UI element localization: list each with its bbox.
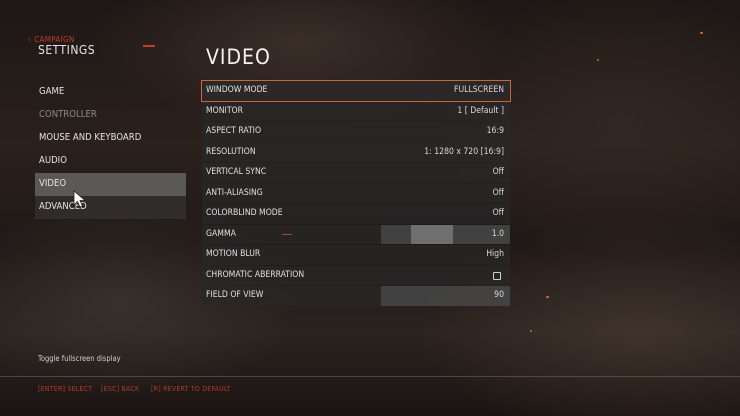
ember-particle — [530, 330, 532, 332]
chromatic-aberration-checkbox[interactable] — [493, 271, 501, 280]
footer-back-hint[interactable]: [ESC] BACK — [101, 385, 139, 393]
mouse-cursor-icon — [73, 190, 87, 208]
setting-row-vertical-sync[interactable]: VERTICAL SYNC Off — [202, 163, 510, 183]
nav-item-game[interactable]: GAME — [35, 81, 186, 104]
setting-row-window-mode[interactable]: WINDOW MODE FULLSCREEN — [201, 80, 511, 102]
gamma-value: 1.0 — [491, 228, 504, 239]
setting-row-anti-aliasing[interactable]: ANTI-ALIASING Off — [202, 183, 510, 204]
setting-row-resolution[interactable]: RESOLUTION 1: 1280 x 720 [16:9] — [202, 142, 510, 163]
page-title: VIDEO — [206, 45, 271, 69]
footer-select-hint[interactable]: [ENTER] SELECT — [38, 385, 92, 393]
setting-label: ASPECT RATIO — [206, 126, 262, 136]
setting-label: FIELD OF VIEW — [206, 290, 264, 300]
gamma-slider-handle[interactable] — [411, 224, 454, 244]
setting-label: MOTION BLUR — [206, 249, 261, 259]
setting-label: COLORBLIND MODE — [206, 208, 283, 218]
heading-accent-dash — [143, 45, 155, 47]
ember-particle — [597, 59, 599, 61]
setting-row-colorblind-mode[interactable]: COLORBLIND MODE Off — [202, 204, 510, 224]
footer-divider — [0, 376, 740, 377]
setting-row-field-of-view[interactable]: FIELD OF VIEW 90 — [202, 286, 510, 306]
back-arrow-icon: ‹ — [28, 35, 32, 44]
setting-label: MONITOR — [206, 105, 243, 116]
setting-description: Toggle fullscreen display — [38, 354, 121, 363]
footer-revert-hint[interactable]: [R] REVERT TO DEFAULT — [151, 385, 231, 393]
settings-heading: SETTINGS — [38, 43, 96, 57]
setting-row-motion-blur[interactable]: MOTION BLUR High — [202, 245, 510, 265]
setting-row-gamma[interactable]: GAMMA 1.0 — [202, 224, 510, 244]
nav-item-audio[interactable]: AUDIO — [35, 150, 186, 173]
nav-item-video[interactable]: VIDEO — [35, 173, 186, 196]
aspect-ratio-value[interactable]: 16:9 — [487, 122, 504, 142]
colorblind-mode-value[interactable]: Off — [493, 204, 504, 224]
nav-item-controller: CONTROLLER — [39, 109, 97, 120]
ember-particle — [700, 32, 703, 34]
setting-label: GAMMA — [206, 228, 236, 239]
nav-item-advanced[interactable]: ADVANCED — [35, 196, 186, 219]
setting-label: RESOLUTION — [206, 146, 256, 157]
setting-label: WINDOW MODE — [206, 85, 268, 95]
ember-particle — [546, 296, 549, 298]
gamma-accent-dash — [282, 233, 292, 235]
setting-row-chromatic-aberration[interactable]: CHROMATIC ABERRATION — [202, 265, 510, 285]
setting-label: CHROMATIC ABERRATION — [206, 269, 305, 280]
anti-aliasing-value[interactable]: Off — [493, 184, 504, 204]
video-settings-list: WINDOW MODE FULLSCREEN MONITOR 1 [ Defau… — [201, 80, 511, 307]
fov-slider-track[interactable] — [381, 286, 510, 306]
nav-item-mouse-and-keyboard[interactable]: MOUSE AND KEYBOARD — [35, 127, 186, 150]
settings-nav: GAME CONTROLLER MOUSE AND KEYBOARD AUDIO… — [35, 81, 186, 219]
setting-row-monitor[interactable]: MONITOR 1 [ Default ] — [202, 101, 510, 122]
window-mode-value[interactable]: FULLSCREEN — [454, 81, 504, 101]
vertical-sync-value[interactable]: Off — [493, 163, 504, 183]
setting-row-aspect-ratio[interactable]: ASPECT RATIO 16:9 — [202, 122, 510, 142]
setting-label: ANTI-ALIASING — [206, 187, 263, 198]
resolution-value[interactable]: 1: 1280 x 720 [16:9] — [424, 143, 504, 163]
setting-label: VERTICAL SYNC — [206, 167, 267, 177]
monitor-value[interactable]: 1 [ Default ] — [457, 102, 504, 122]
field-of-view-value: 90 — [494, 290, 504, 300]
motion-blur-value[interactable]: High — [486, 245, 504, 265]
